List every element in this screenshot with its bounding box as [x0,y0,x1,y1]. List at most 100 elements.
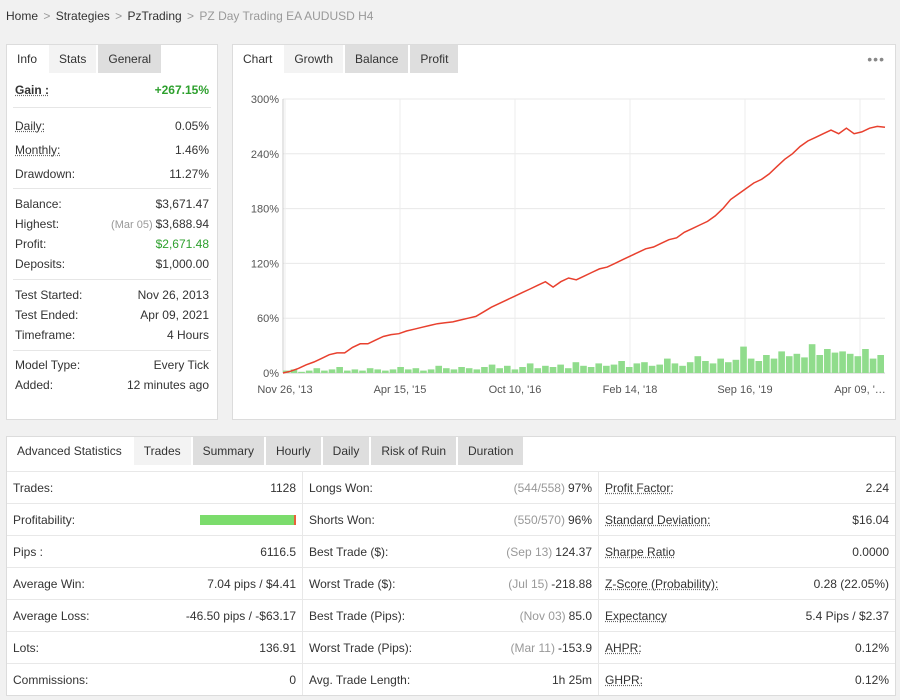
stat-value: 0.12% [855,673,889,687]
chart-tabs: Chart Growth Balance Profit [233,45,461,73]
volume-bar [366,368,374,373]
stat-value: -46.50 pips / -$63.17 [186,609,296,623]
balance-value: $3,671.47 [155,197,209,211]
volume-bar [580,365,587,373]
added-value: 12 minutes ago [126,378,209,392]
daily-row: Daily: 0.05% [15,118,209,134]
stats-cell: Best Trade (Pips): (Nov 03) 85.0 [303,600,599,631]
tab-stats[interactable]: Stats [49,45,99,73]
stats-cell: AHPR: 0.12% [599,632,895,663]
breadcrumb-strategies[interactable]: Strategies [56,9,110,23]
stat-value: (544/558) 97% [514,481,592,495]
stats-row: Pips : 6116.5 Best Trade ($): (Sep 13) 124.3… [7,535,895,567]
tab-balance[interactable]: Balance [345,45,411,73]
volume-bar [724,362,732,373]
volume-bar [564,368,572,373]
volume-bar [763,355,770,373]
stat-number: 7.04 pips / $4.41 [207,576,296,591]
volume-bar [305,370,313,373]
volume-bar [321,370,328,373]
tab-hourly[interactable]: Hourly [265,437,323,465]
drawdown-label: Drawdown: [15,167,76,181]
volume-bar [397,367,404,373]
profitability-bar [200,514,296,525]
tab-general[interactable]: General [98,45,164,73]
volume-bar [618,361,625,373]
test-ended-row: Test Ended: Apr 09, 2021 [15,307,209,323]
profit-row: Profit: $2,671.48 [15,236,209,252]
stat-value: 5.4 Pips / $2.37 [806,609,889,623]
stat-label: AHPR: [605,640,642,655]
advanced-stats-grid: Trades: 1128 Longs Won: (544/558) 97% Profit … [7,471,895,695]
chart-menu-icon[interactable]: ••• [867,51,885,67]
volume-bar [648,365,656,373]
volume-bar [679,365,686,373]
stats-row: Trades: 1128 Longs Won: (544/558) 97% Profit … [7,471,895,503]
volume-bar [785,356,793,373]
growth-line [282,125,886,374]
tab-trades[interactable]: Trades [133,437,193,465]
drawdown-row: Drawdown: 11.27% [15,166,209,182]
stats-cell: Average Loss: -46.50 pips / -$63.17 [7,600,303,631]
stat-label: Profit Factor: [605,480,674,495]
x-tick-label: Apr 15, '15 [374,384,427,396]
breadcrumb-separator: > [115,9,123,23]
stats-cell: Profitability: [7,504,303,535]
tab-duration[interactable]: Duration [458,437,526,465]
volume-bar [542,365,549,373]
volume-bar [641,362,648,373]
model-type-value: Every Tick [153,358,209,372]
highest-value: $3,688.94 [155,217,209,231]
stat-number: -46.50 pips / -$63.17 [185,608,296,623]
volume-bar [824,349,831,373]
stats-cell: Trades: 1128 [7,472,303,503]
volume-bar [869,358,877,373]
timeframe-row: Timeframe: 4 Hours [15,327,209,343]
tab-summary[interactable]: Summary [192,437,266,465]
stat-number: 2.24 [865,480,889,495]
model-type-label: Model Type: [15,358,81,372]
stat-label: Pips : [13,544,44,559]
volume-bar [412,368,420,373]
profitability-win-fill [200,514,294,525]
breadcrumb-home[interactable]: Home [6,9,38,23]
y-tick-label: 300% [251,94,279,106]
stats-cell: Commissions: 0 [7,664,303,695]
highest-date: (Mar 05) [111,219,153,231]
stat-label: Longs Won: [309,480,373,495]
stat-label: Average Loss: [13,608,90,623]
stats-cell: Z-Score (Probability): 0.28 (22.05%) [599,568,895,599]
volume-bar [328,369,336,373]
breadcrumb-separator: > [43,9,51,23]
stats-cell: Average Win: 7.04 pips / $4.41 [7,568,303,599]
stat-label: Worst Trade (Pips): [309,640,413,655]
volume-bar [458,367,465,373]
timeframe-label: Timeframe: [15,328,76,342]
volume-bar [359,370,366,373]
volume-bar [862,349,869,373]
y-tick-label: 240% [251,149,279,161]
volume-bar [793,353,801,373]
volume-bar [877,355,884,373]
volume-bar [839,351,846,373]
tab-info[interactable]: Info [7,45,50,73]
breadcrumb-vendor[interactable]: PzTrading [127,9,181,23]
volume-bar [465,368,473,373]
tab-chart[interactable]: Chart [233,45,285,73]
breadcrumb-current: PZ Day Trading EA AUDUSD H4 [199,9,374,23]
y-tick-label: 120% [251,258,279,270]
tab-daily[interactable]: Daily [322,437,372,465]
tab-advanced-statistics[interactable]: Advanced Statistics [7,437,134,465]
volume-bar [610,364,618,373]
volume-bar [595,363,603,373]
stat-number: 0 [289,672,296,687]
tab-risk-of-ruin[interactable]: Risk of Ruin [371,437,459,465]
tab-profit[interactable]: Profit [410,45,461,73]
volume-bar [534,368,542,373]
divider [13,350,211,351]
stat-number: 0.12% [854,672,889,687]
volume-bar [755,361,763,373]
volume-bar [740,346,747,373]
tab-growth[interactable]: Growth [284,45,346,73]
daily-label: Daily: [15,119,46,133]
